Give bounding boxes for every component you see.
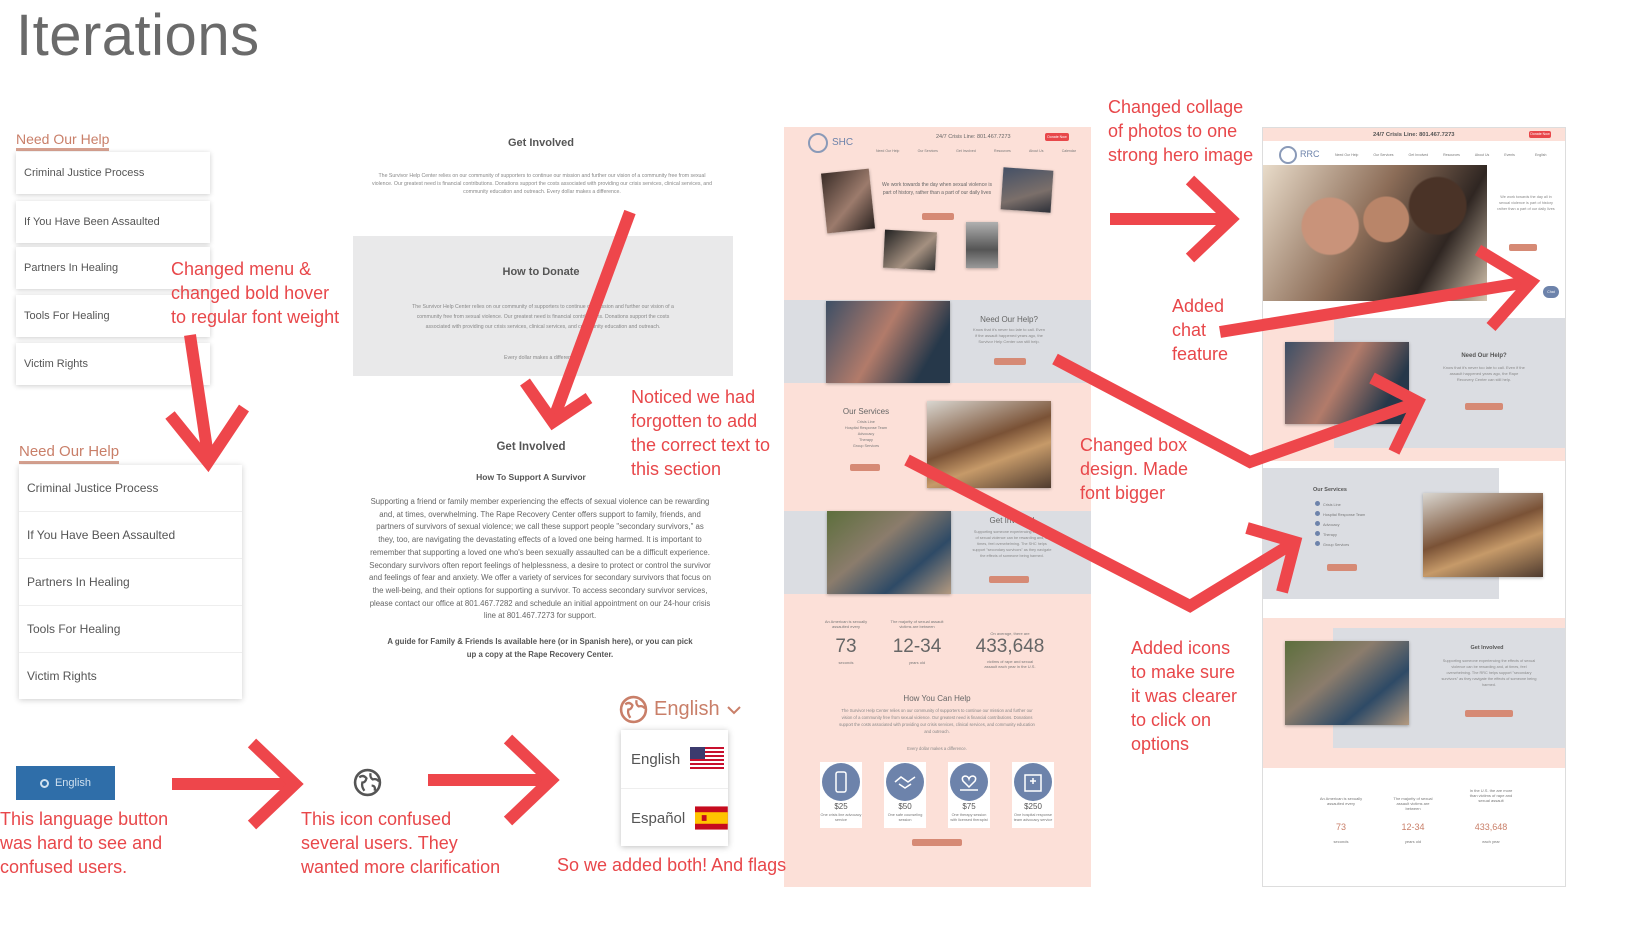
arrow-chat [1219,276,1529,338]
arrow-get-involved [549,209,636,418]
annotation-arrows [165,175,1541,830]
arrow-icons [904,454,1294,613]
arrow-box [1052,353,1416,469]
